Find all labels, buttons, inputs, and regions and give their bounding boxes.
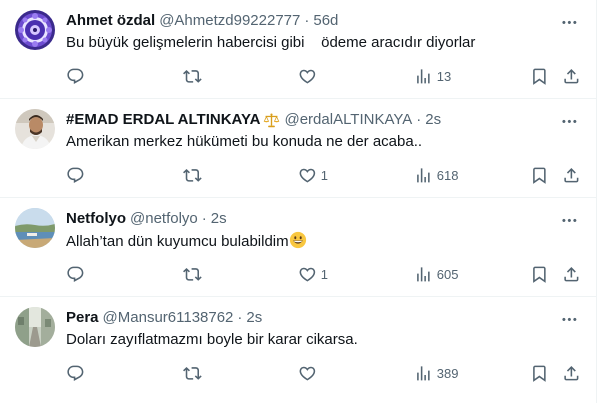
separator-dot: · xyxy=(304,12,310,29)
seaside-avatar[interactable] xyxy=(15,208,55,248)
more-options-icon[interactable] xyxy=(559,309,579,329)
display-name[interactable]: Ahmet özdal xyxy=(66,11,155,31)
like-button[interactable]: 1 xyxy=(298,263,328,285)
user-handle[interactable]: @erdalALTINKAYA xyxy=(284,110,412,130)
user-handle[interactable]: @Ahmetzd99222777 xyxy=(159,11,300,31)
bookmark-icon xyxy=(530,265,549,284)
reply-button[interactable] xyxy=(66,65,85,87)
views-button[interactable]: 389 xyxy=(414,362,458,384)
share-icon xyxy=(562,265,581,284)
display-name[interactable]: Pera xyxy=(66,308,99,328)
retweet-button[interactable] xyxy=(183,65,202,87)
bookmark-icon xyxy=(530,67,549,86)
bookmark-icon xyxy=(530,364,549,383)
reply-icon xyxy=(66,166,85,185)
scales-emoji-icon xyxy=(264,112,280,127)
separator-dot: · xyxy=(201,210,207,227)
heart-icon xyxy=(298,364,317,383)
view-count: 618 xyxy=(436,167,459,183)
heart-icon xyxy=(298,67,317,86)
action-bar: 1 618 xyxy=(0,164,597,186)
action-bar: 13 xyxy=(0,65,597,87)
timestamp[interactable]: 56d xyxy=(313,11,338,31)
share-icon xyxy=(562,364,581,383)
views-button[interactable]: 13 xyxy=(414,65,451,87)
bar-chart-icon xyxy=(414,265,433,284)
user-handle[interactable]: @Mansur61138762 xyxy=(103,308,234,328)
reply-icon xyxy=(66,265,85,284)
bar-chart-icon xyxy=(414,67,433,86)
like-button[interactable] xyxy=(298,65,321,87)
retweet-icon xyxy=(183,265,202,284)
bar-chart-icon xyxy=(414,166,433,185)
like-count: 1 xyxy=(320,266,328,282)
view-count: 13 xyxy=(436,68,452,84)
bar-chart-icon xyxy=(414,364,433,383)
views-button[interactable]: 618 xyxy=(414,164,458,186)
reply-header: Ahmet özdal @Ahmetzd99222777 · 56d xyxy=(66,11,338,31)
action-bar: 389 xyxy=(0,362,597,384)
like-button[interactable] xyxy=(298,362,321,384)
bookmark-button[interactable] xyxy=(530,263,549,285)
reply-text: Doları zayıflatmazmı boyle bir karar cik… xyxy=(66,331,358,348)
like-button[interactable]: 1 xyxy=(298,164,328,186)
more-options-icon[interactable] xyxy=(559,111,579,131)
more-options-icon[interactable] xyxy=(559,210,579,230)
reply-feed: Ahmet özdal @Ahmetzd99222777 · 56d Bu bü… xyxy=(0,0,597,403)
reply-icon xyxy=(66,364,85,383)
street-avatar[interactable] xyxy=(15,307,55,347)
bookmark-button[interactable] xyxy=(530,362,549,384)
reply-button[interactable] xyxy=(66,164,85,186)
separator-dot: · xyxy=(416,111,422,128)
retweet-button[interactable] xyxy=(183,164,202,186)
bookmark-button[interactable] xyxy=(530,164,549,186)
reply-header: Pera @Mansur61138762 · 2s xyxy=(66,308,262,328)
more-options-icon[interactable] xyxy=(559,12,579,32)
user-handle[interactable]: @netfolyo xyxy=(130,209,198,229)
views-button[interactable]: 605 xyxy=(414,263,458,285)
share-button[interactable] xyxy=(562,65,581,87)
like-count: 1 xyxy=(320,167,328,183)
share-button[interactable] xyxy=(562,263,581,285)
reply-text: Bu büyük gelişmelerin habercisi gibi öde… xyxy=(66,34,476,51)
reply-item[interactable]: Pera @Mansur61138762 · 2s Doları zayıfla… xyxy=(0,297,597,403)
separator-dot: · xyxy=(237,309,243,326)
reply-header: #EMAD ERDAL ALTINKAYA @erdalALTINKAYA · … xyxy=(66,110,441,130)
bookmark-icon xyxy=(530,166,549,185)
reply-item[interactable]: #EMAD ERDAL ALTINKAYA @erdalALTINKAYA · … xyxy=(0,99,597,198)
share-icon xyxy=(562,67,581,86)
heart-icon xyxy=(298,166,317,185)
reply-icon xyxy=(66,67,85,86)
mandala-avatar[interactable] xyxy=(15,10,55,50)
reply-item[interactable]: Netfolyo @netfolyo · 2s Allah’tan dün ku… xyxy=(0,198,597,297)
heart-icon xyxy=(298,265,317,284)
reply-button[interactable] xyxy=(66,362,85,384)
share-button[interactable] xyxy=(562,164,581,186)
reply-text: Amerikan merkez hükümeti bu konuda ne de… xyxy=(66,133,423,150)
retweet-button[interactable] xyxy=(183,362,202,384)
retweet-icon xyxy=(183,166,202,185)
reply-item[interactable]: Ahmet özdal @Ahmetzd99222777 · 56d Bu bü… xyxy=(0,0,597,99)
share-button[interactable] xyxy=(562,362,581,384)
grinning-face-emoji-icon xyxy=(289,231,306,249)
action-bar: 1 605 xyxy=(0,263,597,285)
view-count: 389 xyxy=(436,365,459,381)
timestamp[interactable]: 2s xyxy=(246,308,262,328)
display-name[interactable]: #EMAD ERDAL ALTINKAYA xyxy=(66,110,260,130)
retweet-button[interactable] xyxy=(183,263,202,285)
timestamp[interactable]: 2s xyxy=(425,110,441,130)
reply-text: Allah’tan dün kuyumcu bulabildim xyxy=(66,233,289,250)
man-avatar[interactable] xyxy=(15,109,55,149)
retweet-icon xyxy=(183,364,202,383)
timestamp[interactable]: 2s xyxy=(211,209,227,229)
bookmark-button[interactable] xyxy=(530,65,549,87)
share-icon xyxy=(562,166,581,185)
retweet-icon xyxy=(183,67,202,86)
view-count: 605 xyxy=(436,266,459,282)
display-name[interactable]: Netfolyo xyxy=(66,209,126,229)
reply-button[interactable] xyxy=(66,263,85,285)
reply-header: Netfolyo @netfolyo · 2s xyxy=(66,209,227,229)
reply-text-row: Allah’tan dün kuyumcu bulabildim xyxy=(66,231,307,252)
